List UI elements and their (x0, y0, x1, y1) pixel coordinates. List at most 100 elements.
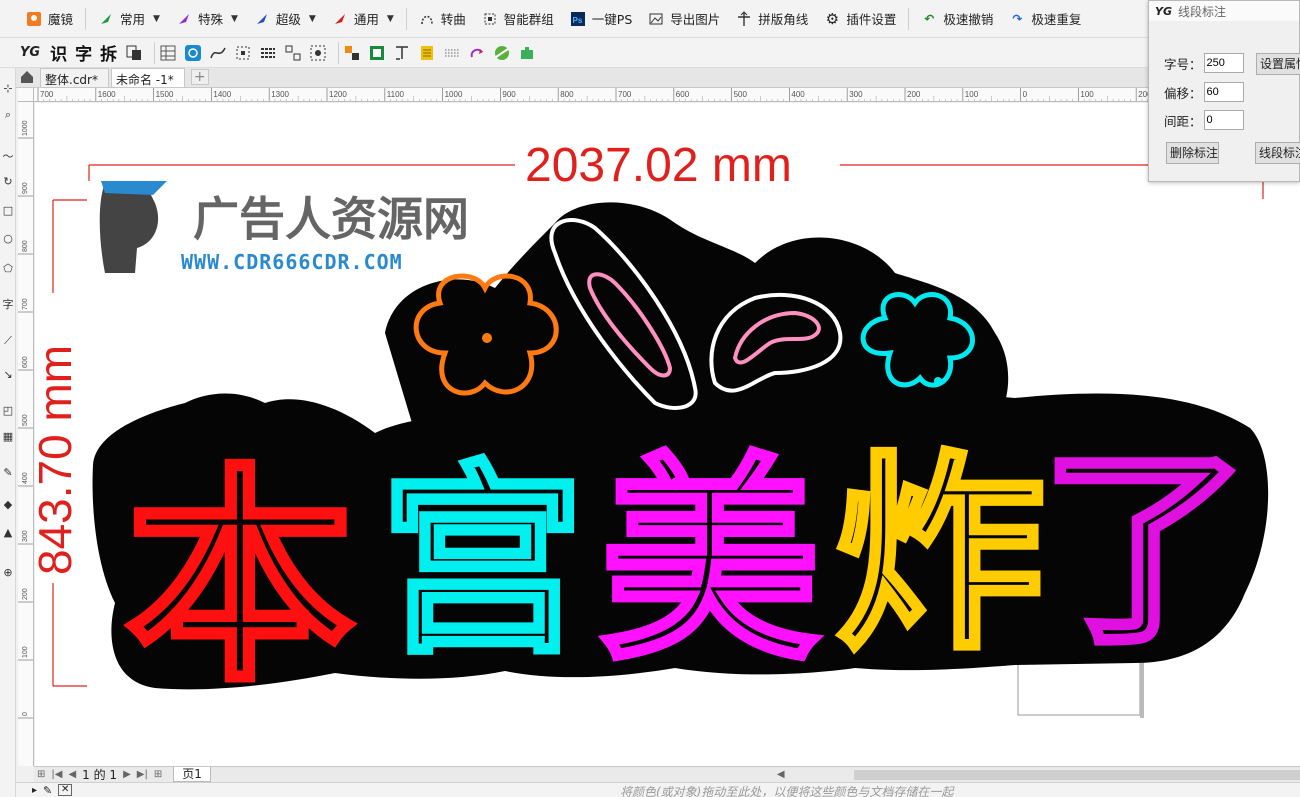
add-tab-button[interactable]: + (190, 69, 209, 85)
plugin-puzzle-icon[interactable] (518, 44, 536, 62)
chevron-down-icon[interactable]: ▼ (309, 14, 316, 24)
align-icon[interactable] (259, 44, 277, 62)
char-mei[interactable]: 美 (598, 432, 823, 693)
split-char-button[interactable]: 拆 (100, 40, 117, 65)
ellipse-tool-icon[interactable]: ○ (1, 232, 15, 246)
distribute-icon[interactable] (284, 44, 302, 62)
add-tool-icon[interactable]: ⊕ (1, 566, 15, 580)
toolbar-item-smart-group[interactable]: 智能群组 (474, 4, 562, 34)
list-icon[interactable] (418, 44, 436, 62)
zoom-tool-icon[interactable]: ⌕ (1, 108, 15, 122)
panel-titlebar[interactable]: YG 线段标注 (1149, 1, 1299, 21)
char-ben[interactable]: 本 (123, 444, 358, 716)
next-page-icon[interactable]: ▶ (123, 769, 131, 780)
select-frame-icon[interactable] (309, 44, 327, 62)
ruler-label: 700 (618, 90, 632, 99)
transparency-tool-icon[interactable]: ▦ (1, 430, 15, 444)
ruler-label: 0 (22, 712, 29, 716)
char-le[interactable]: 了 (1038, 426, 1253, 676)
no-color-swatch[interactable]: ✕ (58, 784, 73, 796)
watermark-url: WWW.CDR666CDR.COM (181, 250, 403, 274)
ruler-label: 600 (676, 90, 690, 99)
eyedropper-tool-icon[interactable]: ✎ (1, 466, 15, 480)
width-dimension-text[interactable]: 2037.02 mm (525, 139, 792, 192)
dots-icon[interactable] (443, 44, 461, 62)
last-page-icon[interactable]: ▶| (137, 769, 148, 780)
arrange-icon[interactable] (343, 44, 361, 62)
polygon-tool-icon[interactable]: ⬠ (1, 262, 15, 276)
drop-shadow-icon[interactable]: ◰ (1, 404, 15, 418)
color-ball-icon[interactable] (493, 44, 511, 62)
home-icon[interactable] (20, 70, 34, 84)
vertical-ruler[interactable]: 1000 900 800 700 600 500 400 300 200 100 0 (18, 102, 34, 766)
table-icon[interactable] (159, 44, 177, 62)
copy-icon[interactable] (125, 44, 143, 62)
toolbar-item-mirror[interactable]: 魔镜 (18, 4, 81, 34)
pattern-icon[interactable] (184, 44, 202, 62)
toolbar-item-label: 拼版角线 (758, 12, 809, 27)
ruler-corner[interactable] (18, 88, 34, 102)
toolbar-item-super[interactable]: 超级 ▼ (246, 4, 324, 34)
ruler-label: 600 (22, 356, 29, 368)
toolbar-item-corner-line[interactable]: 拼版角线 (728, 4, 816, 34)
toolbar-item-fast-redo[interactable]: ↷ 极速重复 (1001, 4, 1089, 34)
dimension-tool-icon[interactable]: ⟋ (1, 334, 15, 348)
frame-image-icon[interactable] (368, 44, 386, 62)
chevron-down-icon[interactable]: ▼ (153, 14, 160, 24)
toolbar-item-special[interactable]: 特殊 ▼ (168, 4, 246, 34)
tab-overall-cdr[interactable]: 整体.cdr* (40, 68, 109, 87)
freehand-tool-icon[interactable]: 〜 (1, 150, 15, 164)
ruler-label: 0 (1023, 90, 1028, 99)
eyedropper-icon[interactable]: ✎ (43, 784, 52, 797)
toolbar-item-export-image[interactable]: 导出图片 (640, 4, 728, 34)
crop-tool-icon[interactable]: ⊹ (1, 82, 15, 96)
height-dimension-text[interactable]: 843.70 mm (35, 345, 81, 575)
artwork: 本 宫 美 炸 了 广告人资源网 WWW.CDR666CDR.COM 2037.… (35, 139, 1269, 718)
chevron-down-icon[interactable]: ▼ (387, 14, 394, 24)
font-size-label: 字号： (1164, 56, 1202, 72)
font-size-field[interactable] (1203, 53, 1244, 73)
toolbar-item-one-click-ps[interactable]: Ps 一键PS (562, 4, 640, 34)
rotate-icon[interactable] (468, 44, 486, 62)
first-page-icon[interactable]: |◀ (51, 769, 62, 780)
toolbar-item-common[interactable]: 常用 ▼ (90, 4, 168, 34)
toolbar-item-convert-curve[interactable]: 转曲 (411, 4, 474, 34)
offset-field[interactable] (1203, 82, 1244, 102)
rectangle-tool-icon[interactable]: □ (1, 204, 15, 218)
toolbar-item-label: 特殊 (197, 12, 223, 27)
horizontal-scrollbar[interactable] (854, 770, 1300, 780)
text-tool-icon[interactable]: 字 (1, 298, 15, 312)
toolbar-item-fast-undo[interactable]: ↶ 极速撤销 (913, 4, 1001, 34)
horizontal-ruler[interactable]: 700 1600 1500 1400 1300 1200 1100 1000 900 800 700… (34, 88, 1300, 102)
ruler-label: 100 (965, 90, 979, 99)
set-properties-button[interactable]: 设置属性 (1256, 53, 1300, 75)
page-tab[interactable]: 页1 (173, 767, 211, 782)
page-add-after-icon[interactable]: ⊞ (154, 769, 162, 780)
artistic-media-icon[interactable]: ↻ (1, 175, 15, 189)
toolbar-item-label: 魔镜 (48, 12, 74, 27)
prev-page-icon[interactable]: ◀ (68, 769, 76, 780)
fill-tool-icon[interactable]: ◆ (1, 498, 15, 512)
tab-untitled-1[interactable]: 未命名 -1* (110, 68, 185, 87)
char-zha[interactable]: 炸 (833, 431, 1048, 681)
spacing-field[interactable] (1203, 110, 1244, 130)
toolbar-item-plugin-settings[interactable]: ⚙ 插件设置 (816, 4, 904, 34)
segment-annotation-button[interactable]: 线段标注 (1255, 142, 1300, 164)
smart-fill-icon[interactable]: ▲ (1, 526, 15, 540)
palette-arrow-icon[interactable]: ▸ (32, 785, 37, 796)
toolbar-item-general[interactable]: 通用 ▼ (324, 4, 402, 34)
page-add-icon[interactable]: ⊞ (37, 769, 45, 780)
char-gong[interactable]: 宫 (378, 442, 588, 685)
delete-annotation-button[interactable]: 删除标注 (1166, 142, 1219, 164)
ruler-label: 1600 (98, 90, 116, 99)
scroll-left-icon[interactable]: ◀ (777, 769, 785, 780)
text-spacing-icon[interactable] (393, 44, 411, 62)
node-icon[interactable] (234, 44, 252, 62)
connector-tool-icon[interactable]: ↘ (1, 368, 15, 382)
recognize-char-button[interactable]: 识 (50, 40, 67, 65)
curve-edit-icon[interactable] (209, 44, 227, 62)
chevron-down-icon[interactable]: ▼ (231, 14, 238, 24)
drawing-canvas[interactable]: 本 宫 美 炸 了 广告人资源网 WWW.CDR666CDR.COM 2037.… (35, 103, 1300, 766)
ruler-label: 300 (22, 530, 29, 542)
text-char-button[interactable]: 字 (75, 40, 92, 65)
